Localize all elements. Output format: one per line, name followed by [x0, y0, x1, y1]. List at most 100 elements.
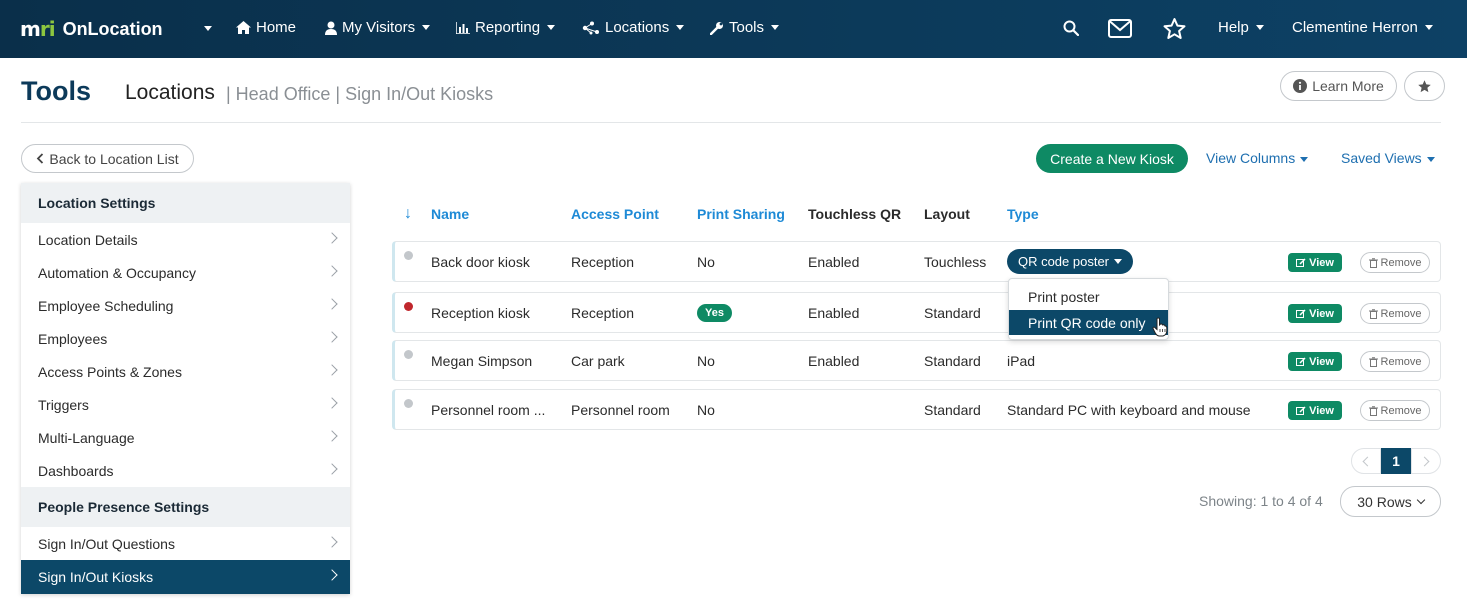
sidebar-item-employee-scheduling[interactable]: Employee Scheduling	[21, 289, 350, 322]
sort-arrow-icon[interactable]: ↓	[404, 205, 412, 223]
nav-home[interactable]: Home	[236, 19, 296, 36]
nav-my-visitors-label: My Visitors	[342, 19, 416, 36]
column-header-access-point[interactable]: Access Point	[571, 206, 659, 222]
sidebar-item-label: Sign In/Out Kiosks	[38, 569, 154, 585]
chevron-down-icon	[1424, 25, 1433, 30]
favorite-page-button[interactable]	[1404, 71, 1445, 101]
table-row[interactable]: Megan Simpson Car park No Enabled Standa…	[392, 340, 1441, 381]
info-icon	[1293, 79, 1308, 93]
remove-button[interactable]: Remove	[1360, 252, 1430, 273]
type-dropdown[interactable]: QR code poster	[1007, 249, 1133, 274]
menu-item-print-poster[interactable]: Print poster	[1009, 284, 1168, 309]
sidebar-item-multi-language[interactable]: Multi-Language	[21, 421, 350, 454]
trash-icon	[1368, 356, 1378, 367]
sidebar-section-people-presence: People Presence Settings	[21, 487, 350, 527]
saved-views-dropdown[interactable]: Saved Views	[1341, 150, 1435, 166]
nav-locations[interactable]: Locations	[582, 19, 685, 36]
user-name: Clementine Herron	[1292, 19, 1418, 36]
remove-label: Remove	[1380, 355, 1422, 368]
view-button[interactable]: View	[1288, 253, 1342, 272]
sidebar-item-automation-occupancy[interactable]: Automation & Occupancy	[21, 256, 350, 289]
app-logo[interactable]: mri OnLocation	[20, 17, 163, 41]
nav-help[interactable]: Help	[1218, 19, 1264, 36]
edit-icon	[1296, 356, 1306, 366]
remove-button[interactable]: Remove	[1360, 303, 1430, 324]
sidebar-section-location-settings: Location Settings	[21, 183, 350, 223]
cell-touchless-qr: Enabled	[808, 254, 860, 270]
view-columns-dropdown[interactable]: View Columns	[1206, 150, 1309, 166]
nav-reporting[interactable]: Reporting	[456, 19, 556, 36]
sidebar-item-location-details[interactable]: Location Details	[21, 223, 350, 256]
remove-button[interactable]: Remove	[1360, 351, 1430, 372]
sidebar-item-label: Access Points & Zones	[38, 363, 182, 380]
cell-layout: Standard	[924, 305, 981, 321]
view-button[interactable]: View	[1288, 304, 1342, 323]
learn-more-button[interactable]: Learn More	[1280, 71, 1397, 101]
cell-name: Back door kiosk	[431, 254, 530, 270]
breadcrumb-locations[interactable]: Locations	[125, 81, 215, 105]
user-menu[interactable]: Clementine Herron	[1292, 19, 1433, 36]
messages-button[interactable]	[1108, 19, 1132, 43]
sidebar-item-label: Dashboards	[38, 462, 114, 479]
sidebar-item-sign-in-out-kiosks[interactable]: Sign In/Out Kiosks	[21, 560, 350, 594]
pager-current-page[interactable]: 1	[1381, 448, 1411, 474]
sidebar-item-label: Multi-Language	[38, 429, 135, 446]
view-label: View	[1309, 307, 1334, 320]
trash-icon	[1368, 405, 1378, 416]
sidebar-item-dashboards[interactable]: Dashboards	[21, 454, 350, 487]
column-header-type[interactable]: Type	[1007, 206, 1039, 222]
nav-tools-label: Tools	[729, 19, 765, 36]
cell-print-sharing: Yes	[697, 303, 732, 322]
create-kiosk-button[interactable]: Create a New Kiosk	[1036, 144, 1188, 173]
pager-prev-button[interactable]	[1351, 448, 1381, 474]
view-label: View	[1309, 355, 1334, 368]
cell-touchless-qr: Enabled	[808, 305, 860, 321]
view-button[interactable]: View	[1288, 352, 1342, 371]
status-dot-icon	[404, 399, 413, 408]
remove-button[interactable]: Remove	[1360, 400, 1430, 421]
cell-layout: Standard	[924, 402, 981, 418]
sidebar-item-triggers[interactable]: Triggers	[21, 388, 350, 421]
cell-layout: Standard	[924, 353, 981, 369]
remove-label: Remove	[1380, 404, 1422, 417]
column-header-layout: Layout	[924, 206, 970, 222]
menu-item-print-qr-code-only[interactable]: Print QR code only	[1009, 310, 1168, 335]
rows-per-page-dropdown[interactable]: 30 Rows	[1340, 486, 1441, 517]
nav-my-visitors[interactable]: My Visitors	[325, 19, 431, 36]
cell-access-point: Car park	[571, 353, 625, 369]
view-button[interactable]: View	[1288, 401, 1342, 420]
nav-reporting-label: Reporting	[475, 19, 541, 36]
nav-help-label: Help	[1218, 19, 1249, 36]
nav-tools[interactable]: Tools	[710, 19, 780, 36]
cell-print-sharing: No	[697, 254, 715, 270]
bar-chart-icon	[456, 21, 470, 34]
rows-per-page-label: 30 Rows	[1357, 493, 1412, 510]
trash-icon	[1368, 308, 1378, 319]
edit-icon	[1296, 308, 1306, 318]
search-button[interactable]	[1063, 20, 1080, 41]
cell-touchless-qr: Enabled	[808, 353, 860, 369]
chevron-right-icon	[326, 569, 338, 581]
chevron-down-icon	[1255, 25, 1264, 30]
header-divider	[21, 122, 1441, 123]
sidebar-item-employees[interactable]: Employees	[21, 322, 350, 355]
chevron-right-icon	[326, 232, 338, 244]
home-icon	[236, 21, 251, 34]
cell-access-point: Reception	[571, 254, 635, 270]
table-row[interactable]: Personnel room ... Personnel room No Sta…	[392, 389, 1441, 430]
chevron-left-icon	[1362, 456, 1373, 466]
sidebar-item-access-points-zones[interactable]: Access Points & Zones	[21, 355, 350, 388]
table-row[interactable]: Back door kiosk Reception No Enabled Tou…	[392, 241, 1441, 282]
chevron-right-icon	[326, 298, 338, 310]
column-header-print-sharing[interactable]: Print Sharing	[697, 206, 785, 222]
favorites-button[interactable]	[1162, 17, 1187, 46]
table-row[interactable]: Reception kiosk Reception Yes Enabled St…	[392, 292, 1441, 333]
app-switcher-caret-icon[interactable]	[204, 26, 212, 31]
cell-layout: Touchless	[924, 254, 987, 270]
column-header-name[interactable]: Name	[431, 206, 469, 222]
pager-next-button[interactable]	[1411, 448, 1441, 474]
chevron-down-icon	[676, 25, 685, 30]
sidebar-item-sign-in-out-questions[interactable]: Sign In/Out Questions	[21, 527, 350, 560]
chevron-right-icon	[326, 364, 338, 376]
back-to-location-list-button[interactable]: Back to Location List	[21, 144, 194, 173]
